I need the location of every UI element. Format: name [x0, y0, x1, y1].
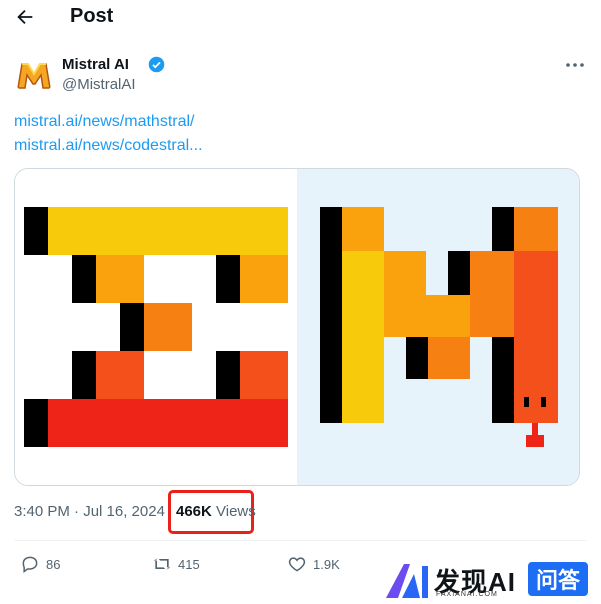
post-media[interactable]: [14, 168, 580, 486]
more-icon[interactable]: [563, 54, 587, 76]
repost-count: 415: [178, 556, 200, 572]
author-handle[interactable]: @MistralAI: [62, 76, 136, 93]
post-author: Mistral AI @MistralAI: [14, 52, 587, 96]
media-pixel-art: [15, 169, 579, 485]
avatar[interactable]: [14, 56, 54, 96]
reply-button[interactable]: 86: [20, 552, 60, 576]
views-label: Views: [216, 503, 256, 520]
divider: [14, 540, 587, 541]
reply-count: 86: [46, 556, 61, 572]
author-name[interactable]: Mistral AI: [62, 56, 129, 73]
link-codestral[interactable]: mistral.ai/news/codestral...: [14, 134, 203, 158]
page-title: Post: [70, 5, 114, 27]
like-button[interactable]: 1.9K: [287, 552, 340, 576]
repost-icon: [153, 558, 171, 570]
watermark-logo-icon: [386, 564, 428, 598]
watermark: 发现AI FAXIANAI.COM 问答: [382, 560, 601, 604]
post-text: mistral.ai/news/mathstral/ mistral.ai/ne…: [14, 110, 203, 158]
post-timestamp[interactable]: 3:40 PM · Jul 16, 2024: [14, 503, 165, 520]
like-count: 1.9K: [313, 556, 340, 572]
like-icon: [288, 557, 306, 572]
back-arrow-icon[interactable]: [14, 6, 36, 28]
views-count: 466K: [176, 503, 212, 520]
top-bar: Post: [0, 0, 601, 34]
watermark-badge: 问答: [528, 562, 588, 596]
verified-badge-icon: [148, 56, 165, 73]
watermark-subtext: FAXIANAI.COM: [436, 591, 498, 598]
link-mathstral[interactable]: mistral.ai/news/mathstral/: [14, 110, 203, 134]
reply-icon: [22, 556, 38, 573]
repost-button[interactable]: 415: [152, 552, 200, 576]
